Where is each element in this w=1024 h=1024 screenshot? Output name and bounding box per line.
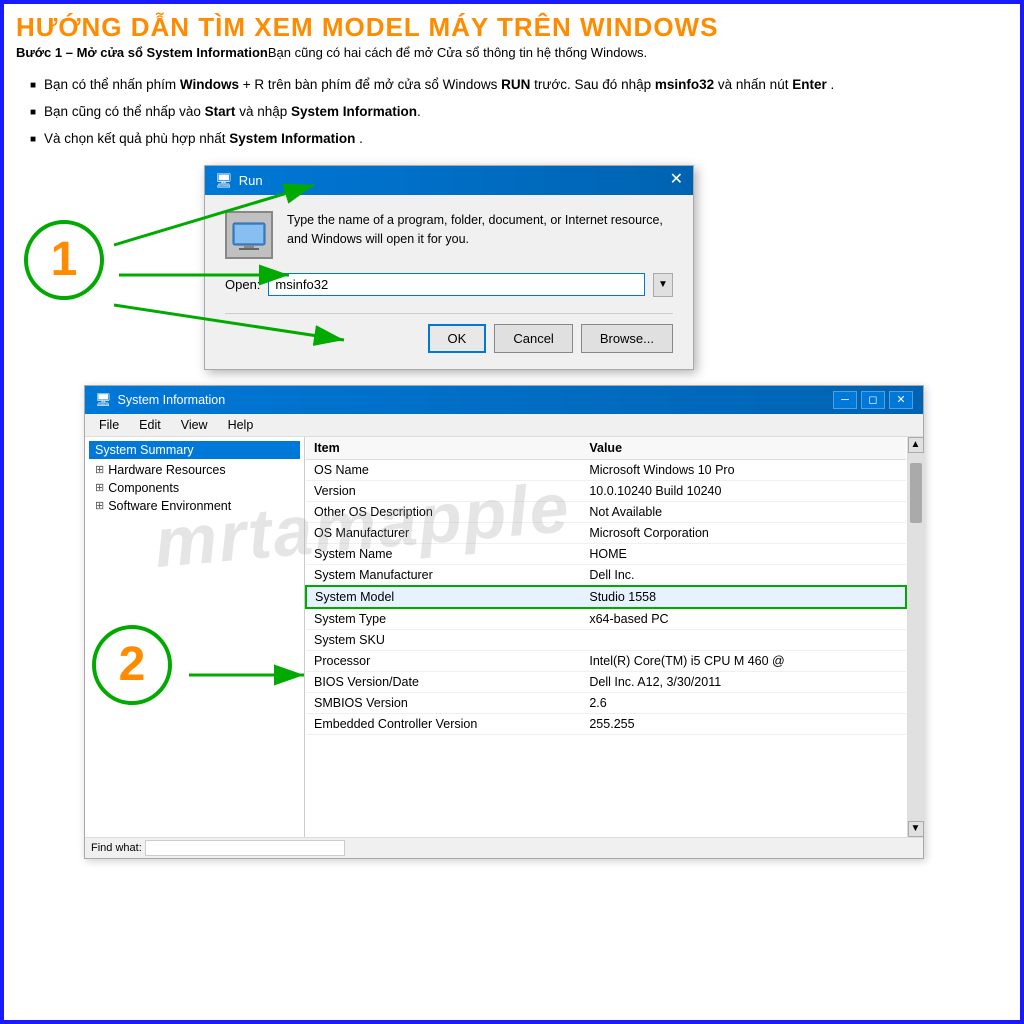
instruction-list: Bạn có thể nhấn phím Windows + R trên bà… (20, 74, 1004, 151)
run-icon-small: 🖥 (215, 172, 233, 189)
menu-help[interactable]: Help (218, 416, 264, 434)
table-cell-item: System Model (306, 586, 581, 608)
table-cell-item: SMBIOS Version (306, 692, 581, 713)
instructions-section: Bạn có thể nhấn phím Windows + R trên bà… (4, 64, 1020, 165)
subtitle-bold: Bước 1 – Mở cửa sổ System Information (16, 45, 268, 60)
table-row: System ModelStudio 1558 (306, 586, 906, 608)
table-cell-item: Processor (306, 650, 581, 671)
table-cell-value: x64-based PC (581, 608, 906, 630)
sysinfo-title: System Information (118, 393, 226, 407)
table-cell-item: Other OS Description (306, 501, 581, 522)
sysinfo-icon: 🖥 (95, 392, 112, 408)
table-cell-value: 255.255 (581, 713, 906, 734)
instruction-item-3: Và chọn kết quả phù hợp nhất System Info… (30, 128, 1004, 151)
scrollbar-thumb[interactable] (910, 463, 922, 523)
table-row: Version10.0.10240 Build 10240 (306, 480, 906, 501)
run-dialog-icon (225, 211, 273, 259)
left-panel-components[interactable]: ⊞ Components (89, 479, 300, 497)
table-cell-value: HOME (581, 543, 906, 564)
table-cell-item: BIOS Version/Date (306, 671, 581, 692)
run-dialog-cancel-button[interactable]: Cancel (494, 324, 572, 353)
page-header: HƯỚNG DẪN TÌM XEM MODEL MÁY TRÊN WINDOWS… (4, 4, 1020, 64)
run-dialog: 🖥 Run ✕ Type the name of a program, fold… (204, 165, 694, 370)
table-row: ProcessorIntel(R) Core(TM) i5 CPU M 460 … (306, 650, 906, 671)
table-cell-value: Studio 1558 (581, 586, 906, 608)
run-dialog-buttons: OK Cancel Browse... (225, 313, 673, 353)
table-row: System NameHOME (306, 543, 906, 564)
table-row: SMBIOS Version2.6 (306, 692, 906, 713)
run-dialog-close-button[interactable]: ✕ (670, 172, 683, 188)
col-value: Value (581, 437, 906, 460)
table-cell-item: OS Manufacturer (306, 522, 581, 543)
sysinfo-restore-button[interactable]: ◻ (861, 391, 885, 409)
table-cell-value: Not Available (581, 501, 906, 522)
expand-icon-components: ⊞ (95, 481, 104, 494)
scrollbar-up-button[interactable]: ▲ (908, 437, 924, 453)
sysinfo-close-button[interactable]: ✕ (889, 391, 913, 409)
run-dialog-description: Type the name of a program, folder, docu… (287, 211, 673, 249)
page-subtitle: Bước 1 – Mở cửa sổ System InformationBạn… (16, 45, 1008, 60)
instruction-item-2: Bạn cũng có thể nhấp vào Start và nhập S… (30, 101, 1004, 124)
menu-edit[interactable]: Edit (129, 416, 171, 434)
run-dialog-body: Type the name of a program, folder, docu… (205, 195, 693, 369)
sysinfo-search-input[interactable] (145, 840, 345, 856)
table-cell-value (581, 629, 906, 650)
menu-file[interactable]: File (89, 416, 129, 434)
scrollbar-down-button[interactable]: ▼ (908, 821, 924, 837)
table-cell-value: 10.0.10240 Build 10240 (581, 480, 906, 501)
table-cell-value: Microsoft Windows 10 Pro (581, 459, 906, 480)
run-dialog-titlebar: 🖥 Run ✕ (205, 166, 693, 195)
run-dialog-title: Run (239, 173, 263, 188)
sysinfo-status-bar: Find what: (85, 837, 923, 858)
left-panel-system-summary[interactable]: System Summary (89, 441, 300, 459)
table-cell-item: System Name (306, 543, 581, 564)
menu-view[interactable]: View (171, 416, 218, 434)
run-dialog-open-label: Open: (225, 277, 260, 292)
run-dialog-open-input[interactable] (268, 273, 645, 296)
page-title: HƯỚNG DẪN TÌM XEM MODEL MÁY TRÊN WINDOWS (16, 12, 1008, 43)
sysinfo-scrollbar[interactable]: ▲ ▼ (907, 437, 923, 837)
table-cell-value: 2.6 (581, 692, 906, 713)
sysinfo-content-area: System Summary ⊞ Hardware Resources ⊞ Co… (85, 437, 923, 837)
table-cell-item: OS Name (306, 459, 581, 480)
table-row: OS ManufacturerMicrosoft Corporation (306, 522, 906, 543)
annotation-circle-2: 2 (92, 625, 172, 705)
expand-icon-software: ⊞ (95, 499, 104, 512)
run-dialog-open-row: Open: ▼ (225, 273, 673, 297)
table-cell-value: Dell Inc. (581, 564, 906, 586)
table-cell-item: System SKU (306, 629, 581, 650)
table-cell-item: Embedded Controller Version (306, 713, 581, 734)
left-panel-software-environment[interactable]: ⊞ Software Environment (89, 497, 300, 515)
sysinfo-menu-bar: File Edit View Help (85, 414, 923, 437)
table-cell-item: System Manufacturer (306, 564, 581, 586)
left-panel-hardware-resources[interactable]: ⊞ Hardware Resources (89, 461, 300, 479)
run-dialog-browse-button[interactable]: Browse... (581, 324, 673, 353)
table-row: OS NameMicrosoft Windows 10 Pro (306, 459, 906, 480)
sysinfo-right-panel: Item Value OS NameMicrosoft Windows 10 P… (305, 437, 907, 837)
sysinfo-titlebar: 🖥 System Information ─ ◻ ✕ (85, 386, 923, 414)
table-row: System Typex64-based PC (306, 608, 906, 630)
table-row: System SKU (306, 629, 906, 650)
main-area: 1 🖥 Run ✕ Type the name of a pr (4, 165, 1020, 1009)
col-item: Item (306, 437, 581, 460)
annotation-circle-1: 1 (24, 220, 104, 300)
scrollbar-track[interactable] (908, 453, 924, 821)
table-cell-item: System Type (306, 608, 581, 630)
table-row: Embedded Controller Version255.255 (306, 713, 906, 734)
table-row: System ManufacturerDell Inc. (306, 564, 906, 586)
table-cell-item: Version (306, 480, 581, 501)
run-dialog-ok-button[interactable]: OK (428, 324, 487, 353)
table-row: BIOS Version/DateDell Inc. A12, 3/30/201… (306, 671, 906, 692)
instruction-item-1: Bạn có thể nhấn phím Windows + R trên bà… (30, 74, 1004, 97)
table-cell-value: Microsoft Corporation (581, 522, 906, 543)
sysinfo-minimize-button[interactable]: ─ (833, 391, 857, 409)
table-cell-value: Intel(R) Core(TM) i5 CPU M 460 @ (581, 650, 906, 671)
sysinfo-table: Item Value OS NameMicrosoft Windows 10 P… (305, 437, 907, 735)
sysinfo-window: 🖥 System Information ─ ◻ ✕ File Edit Vie… (84, 385, 924, 859)
expand-icon-hardware: ⊞ (95, 463, 104, 476)
subtitle-rest: Bạn cũng có hai cách để mở Cửa sổ thông … (268, 45, 647, 60)
run-dialog-dropdown-button[interactable]: ▼ (653, 273, 673, 297)
table-cell-value: Dell Inc. A12, 3/30/2011 (581, 671, 906, 692)
table-row: Other OS DescriptionNot Available (306, 501, 906, 522)
